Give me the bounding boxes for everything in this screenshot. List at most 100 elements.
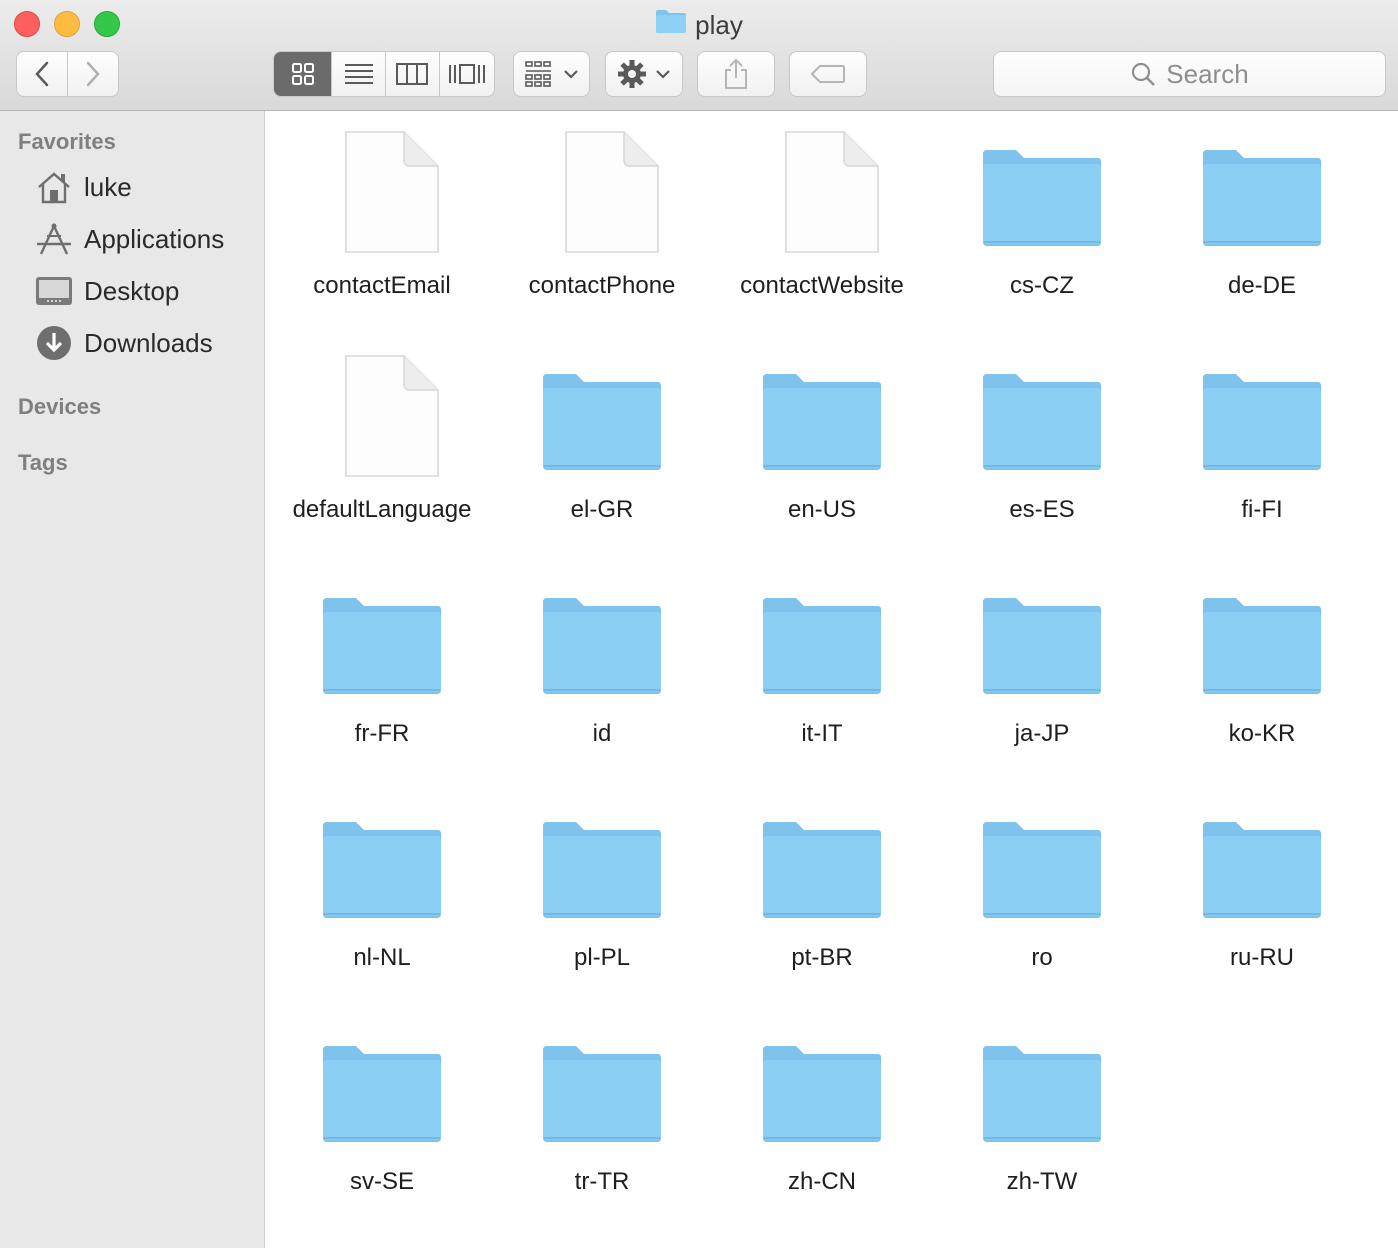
folder-item[interactable]: ro — [932, 788, 1152, 988]
list-view-button[interactable] — [332, 52, 386, 96]
folder-icon — [762, 354, 882, 478]
chevron-left-icon — [35, 61, 49, 87]
sidebar: Favorites luke Applications Desktop Down… — [0, 111, 265, 1248]
item-label: fi-FI — [1241, 496, 1283, 523]
gear-icon — [618, 60, 646, 88]
folder-item[interactable]: pl-PL — [492, 788, 712, 988]
sidebar-item-applications[interactable]: Applications — [34, 219, 224, 259]
file-item[interactable]: contactEmail — [272, 116, 492, 316]
chevron-right-icon — [86, 61, 100, 87]
item-label: id — [592, 720, 612, 747]
sidebar-item-downloads[interactable]: Downloads — [34, 323, 213, 363]
document-icon — [322, 354, 442, 478]
sidebar-item-label: Downloads — [84, 327, 213, 358]
list-view-icon — [344, 64, 373, 84]
finder-window: play Search Favorites luke Applications … — [0, 0, 1398, 1248]
favorites-header: Favorites — [18, 129, 116, 154]
cover-flow-button[interactable] — [440, 52, 495, 96]
folder-icon — [322, 578, 442, 702]
forward-button[interactable] — [68, 52, 118, 96]
item-label: zh-TW — [1006, 1168, 1078, 1195]
file-item[interactable]: defaultLanguage — [272, 340, 492, 540]
applications-icon — [34, 219, 74, 259]
item-label: ja-JP — [1014, 720, 1070, 747]
folder-item[interactable]: zh-TW — [932, 1012, 1152, 1212]
item-label: zh-CN — [787, 1168, 856, 1195]
folder-icon — [1202, 802, 1322, 926]
folder-item[interactable]: id — [492, 564, 712, 764]
folder-item[interactable]: en-US — [712, 340, 932, 540]
item-label: ro — [1031, 944, 1053, 971]
folder-icon — [542, 354, 662, 478]
folder-item[interactable]: ja-JP — [932, 564, 1152, 764]
toolbar: play Search — [0, 0, 1398, 111]
folder-icon — [1202, 130, 1322, 254]
folder-item[interactable]: sv-SE — [272, 1012, 492, 1212]
share-button[interactable] — [697, 51, 775, 97]
item-label: contactPhone — [528, 272, 676, 299]
folder-icon — [982, 354, 1102, 478]
search-placeholder: Search — [1166, 58, 1249, 89]
folder-icon — [542, 578, 662, 702]
folder-item[interactable]: ko-KR — [1152, 564, 1372, 764]
folder-item[interactable]: fi-FI — [1152, 340, 1372, 540]
share-icon — [725, 58, 747, 89]
item-label: pl-PL — [573, 944, 631, 971]
folder-item[interactable]: tr-TR — [492, 1012, 712, 1212]
column-view-icon — [396, 63, 429, 85]
home-icon — [34, 167, 74, 207]
folder-icon — [1202, 354, 1322, 478]
folder-icon — [982, 578, 1102, 702]
item-label: nl-NL — [353, 944, 411, 971]
back-button[interactable] — [17, 52, 68, 96]
item-label: ko-KR — [1228, 720, 1296, 747]
tag-button[interactable] — [789, 51, 867, 97]
folder-item[interactable]: es-ES — [932, 340, 1152, 540]
file-item[interactable]: contactWebsite — [712, 116, 932, 316]
folder-icon — [542, 802, 662, 926]
search-icon — [1132, 62, 1156, 86]
folder-icon — [762, 802, 882, 926]
sidebar-item-label: luke — [84, 171, 132, 202]
search-field[interactable]: Search — [993, 51, 1386, 97]
column-view-button[interactable] — [386, 52, 440, 96]
sidebar-item-desktop[interactable]: Desktop — [34, 271, 179, 311]
file-item[interactable]: contactPhone — [492, 116, 712, 316]
item-label: contactEmail — [313, 272, 451, 299]
icon-view-icon — [291, 63, 314, 85]
folder-item[interactable]: nl-NL — [272, 788, 492, 988]
document-icon — [762, 130, 882, 254]
desktop-icon — [34, 271, 74, 311]
folder-item[interactable]: cs-CZ — [932, 116, 1152, 316]
folder-item[interactable]: de-DE — [1152, 116, 1372, 316]
folder-icon — [982, 802, 1102, 926]
tags-header: Tags — [18, 450, 68, 475]
downloads-icon — [34, 323, 74, 363]
document-icon — [322, 130, 442, 254]
action-button[interactable] — [605, 51, 683, 97]
folder-item[interactable]: fr-FR — [272, 564, 492, 764]
window-title: play — [0, 8, 1398, 42]
item-label: cs-CZ — [1010, 272, 1074, 299]
folder-icon — [1202, 578, 1322, 702]
folder-icon — [542, 1026, 662, 1150]
item-label: contactWebsite — [740, 272, 904, 299]
sidebar-item-luke[interactable]: luke — [34, 167, 132, 207]
arrange-button[interactable] — [513, 51, 590, 97]
folder-icon — [322, 802, 442, 926]
folder-icon — [762, 578, 882, 702]
folder-item[interactable]: pt-BR — [712, 788, 932, 988]
navigation-buttons — [16, 51, 119, 97]
folder-item[interactable]: el-GR — [492, 340, 712, 540]
sidebar-item-label: Desktop — [84, 275, 180, 306]
item-label: fr-FR — [354, 720, 410, 747]
item-label: it-IT — [801, 720, 843, 747]
folder-item[interactable]: zh-CN — [712, 1012, 932, 1212]
folder-icon — [762, 1026, 882, 1150]
cover-flow-icon — [448, 64, 485, 84]
folder-icon — [982, 1026, 1102, 1150]
folder-item[interactable]: ru-RU — [1152, 788, 1372, 988]
folder-item[interactable]: it-IT — [712, 564, 932, 764]
arrange-grid-icon — [524, 61, 551, 87]
icon-view-button[interactable] — [274, 52, 333, 96]
